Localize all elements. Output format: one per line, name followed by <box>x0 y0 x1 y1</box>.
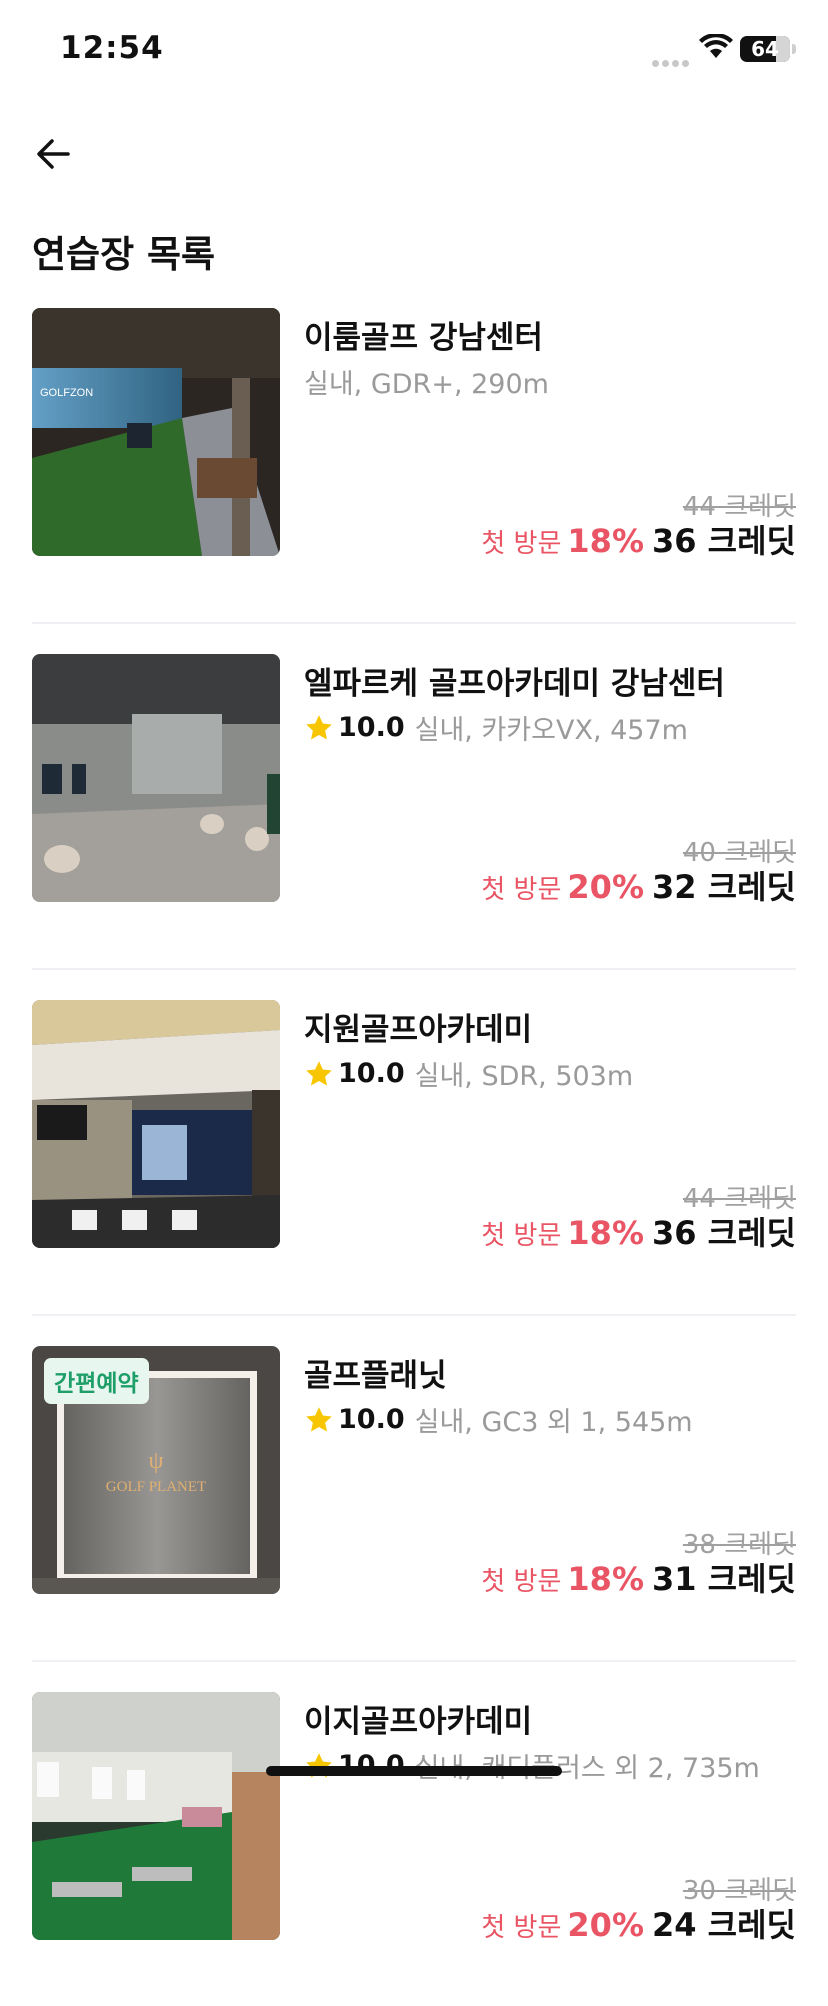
battery-tip <box>792 44 796 54</box>
price-row: 첫 방문 18% 36 크레딧 <box>481 1208 796 1254</box>
final-price: 31 크레딧 <box>652 1560 796 1598</box>
price-row: 첫 방문 20% 24 크레딧 <box>481 1900 796 1946</box>
svg-text:GOLFZON: GOLFZON <box>40 387 93 399</box>
price-row: 첫 방문 18% 36 크레딧 <box>481 516 796 562</box>
first-visit-label: 첫 방문 <box>481 529 562 559</box>
price-row: 첫 방문 18% 31 크레딧 <box>481 1554 796 1600</box>
venue-item[interactable]: 이지골프아카데미 10.0 실내, 캐디플러스 외 2, 735m 30 크레딧… <box>32 1692 796 2006</box>
home-indicator[interactable] <box>266 1766 562 1776</box>
venue-name: 지원골프아카데미 <box>304 1012 533 1048</box>
venue-thumbnail <box>32 654 280 902</box>
star-icon <box>306 1060 332 1085</box>
venue-meta: 10.0 실내, SDR, 503m <box>304 1054 633 1093</box>
venue-details: 실내, GDR+, 290m <box>304 369 549 400</box>
venue-name: 골프플래닛 <box>304 1358 447 1394</box>
discount-rate: 18% <box>567 1214 644 1252</box>
battery-level: 64 <box>751 37 779 61</box>
first-visit-label: 첫 방문 <box>481 875 562 905</box>
battery-icon: 64 <box>740 36 790 62</box>
venue-list: GOLFZON 이룸골프 강남센터 실내, GDR+, 290m 44 크레딧 … <box>32 308 796 2006</box>
first-visit-label: 첫 방문 <box>481 1913 562 1943</box>
venue-thumbnail: ψ GOLF PLANET 간편예약 <box>32 1346 280 1594</box>
venue-details: 실내, SDR, 503m <box>414 1061 634 1092</box>
price-row: 첫 방문 20% 32 크레딧 <box>481 862 796 908</box>
discount-rate: 20% <box>567 1906 644 1944</box>
venue-name: 이룸골프 강남센터 <box>304 320 543 356</box>
rating-value: 10.0 <box>338 1404 405 1435</box>
venue-thumbnail <box>32 1000 280 1248</box>
rating-value: 10.0 <box>338 1058 405 1089</box>
star-icon <box>306 1406 332 1431</box>
venue-item[interactable]: ψ GOLF PLANET 간편예약 골프플래닛 10.0 실내, GC3 외 … <box>32 1346 796 1662</box>
discount-rate: 20% <box>567 868 644 906</box>
discount-rate: 18% <box>567 522 644 560</box>
svg-text:GOLF PLANET: GOLF PLANET <box>106 1479 206 1495</box>
svg-text:ψ: ψ <box>148 1448 163 1474</box>
venue-name: 엘파르케 골프아카데미 강남센터 <box>304 666 725 702</box>
final-price: 36 크레딧 <box>652 522 796 560</box>
status-bar: 12:54 64 <box>0 0 828 100</box>
final-price: 36 크레딧 <box>652 1214 796 1252</box>
venue-meta: 10.0 실내, 카카오VX, 457m <box>304 708 688 747</box>
venue-meta: 실내, GDR+, 290m <box>304 362 549 401</box>
venue-thumbnail: GOLFZON <box>32 308 280 556</box>
star-icon <box>306 714 332 739</box>
venue-item[interactable]: 엘파르케 골프아카데미 강남센터 10.0 실내, 카카오VX, 457m 40… <box>32 654 796 970</box>
first-visit-label: 첫 방문 <box>481 1567 562 1597</box>
venue-name: 이지골프아카데미 <box>304 1704 533 1740</box>
quick-booking-badge: 간편예약 <box>44 1358 149 1404</box>
status-time: 12:54 <box>60 30 164 66</box>
first-visit-label: 첫 방문 <box>481 1221 562 1251</box>
venue-details: 실내, GC3 외 1, 545m <box>414 1407 693 1438</box>
venue-item[interactable]: GOLFZON 이룸골프 강남센터 실내, GDR+, 290m 44 크레딧 … <box>32 308 796 624</box>
final-price: 32 크레딧 <box>652 868 796 906</box>
page-title: 연습장 목록 <box>32 233 216 276</box>
venue-thumbnail <box>32 1692 280 1940</box>
venue-details: 실내, 카카오VX, 457m <box>414 715 688 746</box>
final-price: 24 크레딧 <box>652 1906 796 1944</box>
rating-value: 10.0 <box>338 712 405 743</box>
venue-meta: 10.0 실내, GC3 외 1, 545m <box>304 1400 693 1439</box>
venue-item[interactable]: 지원골프아카데미 10.0 실내, SDR, 503m 44 크레딧 첫 방문 … <box>32 1000 796 1316</box>
back-arrow-icon[interactable] <box>30 130 78 178</box>
wifi-icon <box>699 34 733 58</box>
discount-rate: 18% <box>567 1560 644 1598</box>
cellular-signal-icon <box>652 52 692 71</box>
